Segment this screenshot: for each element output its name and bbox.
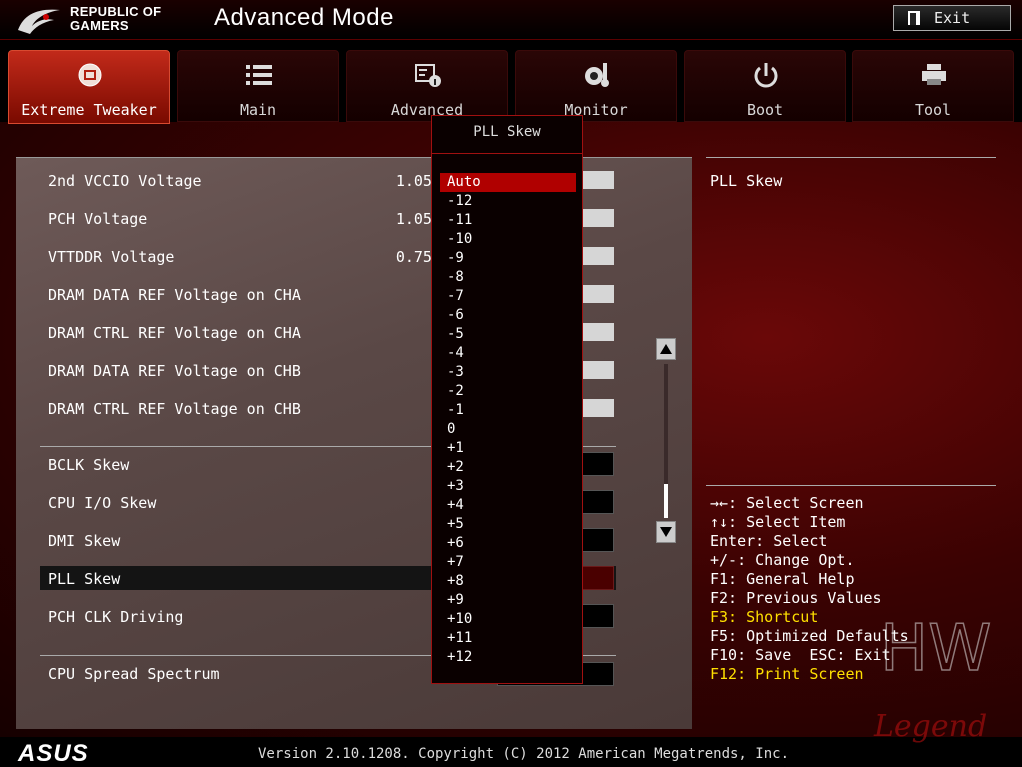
setting-input[interactable] — [580, 285, 614, 303]
exit-label: Exit — [934, 9, 971, 27]
setting-dropdown[interactable] — [580, 566, 614, 590]
tab-label: Boot — [746, 101, 784, 119]
dropdown-option[interactable]: +12 — [440, 648, 576, 667]
scrollbar-thumb[interactable] — [664, 484, 668, 518]
monitor-gear-icon — [585, 63, 609, 87]
key-hint: F1: General Help — [710, 570, 855, 588]
dropdown-option[interactable]: +4 — [440, 496, 576, 515]
dropdown-option[interactable]: +5 — [440, 515, 576, 534]
header-bar: REPUBLIC OF GAMERS Advanced Mode Exit — [0, 0, 1022, 40]
advanced-info-icon — [415, 64, 441, 87]
setting-label: VTTDDR Voltage — [48, 248, 175, 266]
brand-line2: GAMERS — [70, 18, 129, 33]
setting-input[interactable] — [580, 399, 614, 417]
dropdown-option[interactable]: +11 — [440, 629, 576, 648]
version-text: Version 2.10.1208. Copyright (C) 2012 Am… — [258, 746, 790, 762]
hwlegend-watermark-logo: HW Legend — [873, 611, 992, 744]
setting-label: CPU I/O Skew — [48, 494, 157, 512]
key-hint: Enter: Select — [710, 532, 828, 550]
dropdown-option[interactable]: +3 — [440, 477, 576, 496]
setting-dropdown[interactable] — [580, 604, 614, 628]
dropdown-option[interactable]: -12 — [440, 192, 576, 211]
exit-button[interactable]: Exit — [893, 5, 1011, 31]
dropdown-option[interactable]: -9 — [440, 249, 576, 268]
setting-label: CPU Spread Spectrum — [48, 665, 220, 683]
dropdown-option[interactable]: +7 — [440, 553, 576, 572]
brand-line1: REPUBLIC OF — [70, 4, 162, 19]
tab-label: Tool — [914, 101, 952, 119]
dropdown-option[interactable]: +10 — [440, 610, 576, 629]
exit-door-icon — [908, 11, 920, 25]
dropdown-option[interactable]: -7 — [440, 287, 576, 306]
setting-input[interactable] — [580, 361, 614, 379]
dropdown-option[interactable]: -4 — [440, 344, 576, 363]
tab-tool[interactable]: Tool — [852, 50, 1014, 122]
dropdown-option[interactable]: +1 — [440, 439, 576, 458]
help-title: PLL Skew — [710, 172, 783, 190]
list-icon — [246, 65, 272, 85]
asus-logo: ASUS — [18, 740, 89, 767]
dropdown-option[interactable]: +6 — [440, 534, 576, 553]
setting-label: PCH CLK Driving — [48, 608, 184, 626]
dropdown-option[interactable]: Auto — [440, 173, 576, 192]
scroll-up-button[interactable] — [656, 338, 676, 360]
mode-title: Advanced Mode — [214, 4, 394, 31]
dropdown-option[interactable]: -1 — [440, 401, 576, 420]
dropdown-title: PLL Skew — [432, 116, 582, 154]
setting-label: DRAM DATA REF Voltage on CHB — [48, 362, 301, 380]
setting-label: DRAM CTRL REF Voltage on CHA — [48, 324, 301, 342]
setting-label: DRAM CTRL REF Voltage on CHB — [48, 400, 301, 418]
power-icon — [754, 63, 778, 88]
settings-panel — [16, 157, 692, 729]
setting-label: PLL Skew — [48, 570, 121, 588]
arrow-up-icon — [660, 344, 672, 354]
tab-monitor[interactable]: Monitor — [515, 50, 677, 122]
setting-label: PCH Voltage — [48, 210, 148, 228]
tweaker-icon — [78, 63, 102, 87]
watermark-line1: HW — [880, 612, 991, 686]
pll-skew-dropdown: PLL Skew Auto -12 -11 -10 -9 -8 -7 -6 -5 -4 -3 -2 -1… — [431, 115, 583, 684]
dropdown-option[interactable]: -6 — [440, 306, 576, 325]
setting-dropdown[interactable] — [580, 490, 614, 514]
dropdown-option[interactable]: +8 — [440, 572, 576, 591]
tab-advanced[interactable]: Advanced — [346, 50, 508, 122]
dropdown-option[interactable]: -5 — [440, 325, 576, 344]
dropdown-option[interactable]: -8 — [440, 268, 576, 287]
key-hint: +/-: Change Opt. — [710, 551, 855, 569]
help-divider — [706, 157, 996, 158]
dropdown-option[interactable]: -11 — [440, 211, 576, 230]
key-hint: ↑↓: Select Item — [710, 513, 846, 531]
setting-input[interactable] — [580, 247, 614, 265]
printer-tool-icon — [922, 64, 946, 85]
tab-extreme-tweaker[interactable]: Extreme Tweaker — [8, 50, 170, 124]
tab-boot[interactable]: Boot — [684, 50, 846, 122]
arrow-down-icon — [660, 527, 672, 537]
brand-text: REPUBLIC OF GAMERS — [70, 5, 161, 33]
setting-input[interactable] — [580, 171, 614, 189]
setting-dropdown[interactable] — [580, 452, 614, 476]
setting-label: DMI Skew — [48, 532, 121, 550]
dropdown-option[interactable]: +2 — [440, 458, 576, 477]
rog-logo-icon — [18, 9, 60, 34]
tab-label: Main — [239, 101, 277, 119]
setting-input[interactable] — [580, 323, 614, 341]
key-hint: →←: Select Screen — [710, 494, 864, 512]
setting-input[interactable] — [580, 209, 614, 227]
dropdown-option[interactable]: +9 — [440, 591, 576, 610]
help-divider — [706, 485, 996, 486]
dropdown-option[interactable]: -2 — [440, 382, 576, 401]
setting-label: BCLK Skew — [48, 456, 130, 474]
tab-label: Extreme Tweaker — [21, 101, 157, 119]
dropdown-option[interactable]: -10 — [440, 230, 576, 249]
dropdown-option[interactable]: 0 — [440, 420, 576, 439]
setting-label: 2nd VCCIO Voltage — [48, 172, 202, 190]
scroll-down-button[interactable] — [656, 521, 676, 543]
tab-main[interactable]: Main — [177, 50, 339, 122]
dropdown-option[interactable]: -3 — [440, 363, 576, 382]
setting-dropdown[interactable] — [580, 528, 614, 552]
setting-label: DRAM DATA REF Voltage on CHA — [48, 286, 301, 304]
watermark-line2: Legend — [873, 709, 987, 744]
